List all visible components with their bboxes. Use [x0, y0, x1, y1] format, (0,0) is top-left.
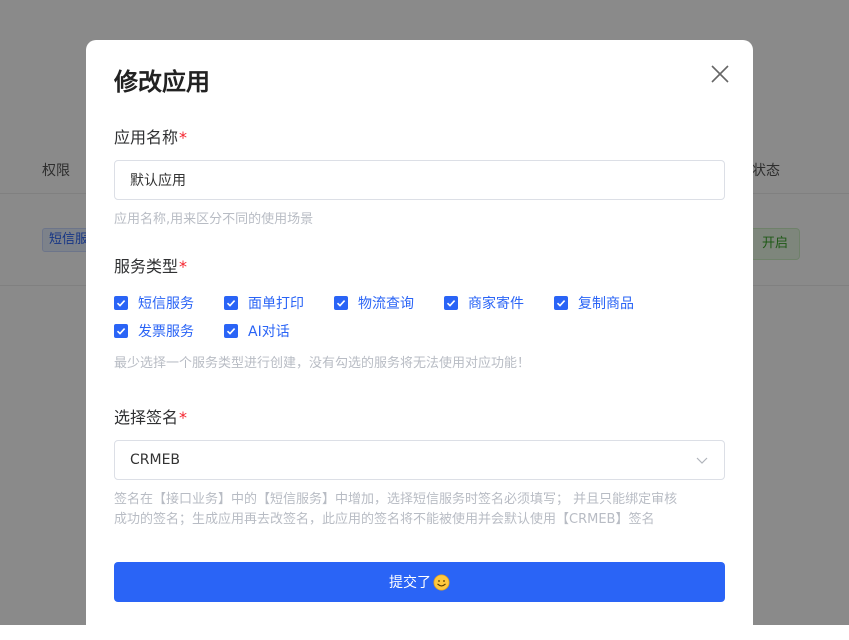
service-type-label: 服务类型* [114, 253, 187, 277]
close-button[interactable] [708, 62, 732, 86]
check-icon [334, 296, 348, 310]
checkbox-ai-chat[interactable]: AI对话 [224, 321, 290, 341]
check-icon [114, 324, 128, 338]
check-icon [224, 324, 238, 338]
signature-label-text: 选择签名 [114, 408, 179, 427]
checkbox-label: 商家寄件 [468, 296, 524, 312]
smile-emoji-icon [433, 574, 450, 591]
checkbox-label: 发票服务 [138, 324, 194, 340]
app-name-input[interactable] [114, 160, 725, 200]
service-type-label-text: 服务类型 [114, 257, 179, 276]
checkbox-sms-service[interactable]: 短信服务 [114, 293, 194, 313]
signature-hint-line-1: 签名在【接口业务】中的【短信服务】中增加，选择短信服务时签名必须填写； 并且只能… [114, 492, 678, 507]
checkbox-label: 物流查询 [358, 296, 414, 312]
checkbox-label: 面单打印 [248, 296, 304, 312]
checkbox-copy-product[interactable]: 复制商品 [554, 293, 634, 313]
checkbox-logistics-query[interactable]: 物流查询 [334, 293, 414, 313]
check-icon [224, 296, 238, 310]
checkbox-merchant-shipping[interactable]: 商家寄件 [444, 293, 524, 313]
required-mark: * [179, 408, 188, 427]
dialog-title: 修改应用 [114, 68, 210, 96]
checkbox-label: 复制商品 [578, 296, 634, 312]
signature-select-value: CRMEB [130, 452, 181, 468]
checkbox-label: 短信服务 [138, 296, 194, 312]
check-icon [554, 296, 568, 310]
checkbox-waybill-print[interactable]: 面单打印 [224, 293, 304, 313]
chevron-down-icon [696, 457, 708, 464]
checkbox-invoice-service[interactable]: 发票服务 [114, 321, 194, 341]
required-mark: * [179, 128, 188, 147]
app-name-label: 应用名称* [114, 124, 187, 148]
check-icon [444, 296, 458, 310]
checkbox-label: AI对话 [248, 324, 290, 340]
submit-button[interactable]: 提交了 [114, 562, 725, 602]
signature-select[interactable]: CRMEB [114, 440, 725, 480]
service-type-hint: 最少选择一个服务类型进行创建，没有勾选的服务将无法使用对应功能！ [114, 356, 531, 371]
signature-label: 选择签名* [114, 404, 187, 428]
required-mark: * [179, 257, 188, 276]
check-icon [114, 296, 128, 310]
signature-hint-line-2: 成功的签名；生成应用再去改签名，此应用的签名将不能被使用并会默认使用【CRMEB… [114, 512, 655, 527]
app-name-label-text: 应用名称 [114, 128, 179, 147]
app-name-hint: 应用名称,用来区分不同的使用场景 [114, 212, 314, 227]
submit-button-label: 提交了 [389, 575, 431, 591]
edit-app-dialog: 修改应用 应用名称* 应用名称,用来区分不同的使用场景 服务类型* 短信服务 面… [86, 40, 753, 640]
close-icon [711, 65, 729, 83]
